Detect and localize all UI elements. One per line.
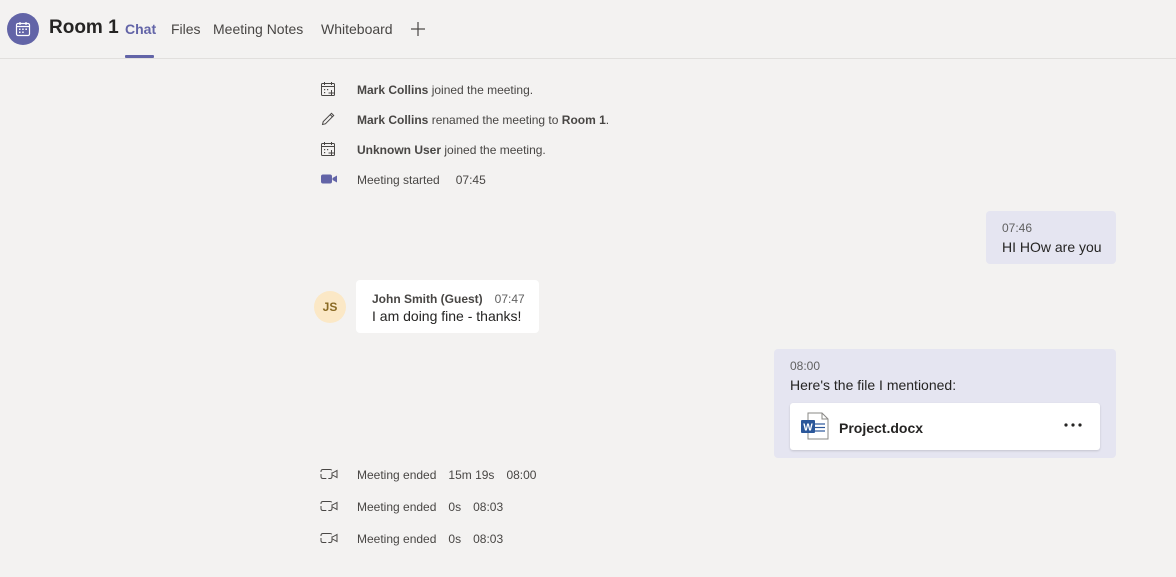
plus-icon[interactable] — [410, 21, 426, 37]
event-label: Meeting ended — [357, 532, 437, 546]
event-duration: 0s — [448, 532, 462, 546]
svg-text:W: W — [803, 423, 813, 434]
event-duration: 0s — [448, 500, 462, 514]
calendar-add-icon — [320, 141, 338, 157]
active-tab-indicator — [125, 55, 154, 58]
tab-whiteboard[interactable]: Whiteboard — [321, 21, 393, 37]
event-label: Meeting ended — [357, 468, 437, 482]
page-title: Room 1 — [49, 17, 119, 38]
calendar-icon — [7, 13, 39, 45]
file-attachment-card[interactable]: W Project.docx — [790, 403, 1100, 450]
event-text: joined the meeting. — [441, 143, 546, 157]
event-duration: 15m 19s — [448, 468, 495, 482]
video-ended-icon — [320, 530, 338, 546]
tab-meeting-notes[interactable]: Meeting Notes — [213, 21, 303, 37]
event-text: renamed the meeting to — [428, 113, 562, 127]
more-options-icon[interactable] — [1062, 415, 1084, 435]
message-text: I am doing fine - thanks! — [372, 308, 522, 324]
message-time: 08:00 — [790, 359, 821, 373]
event-suffix: . — [605, 113, 610, 127]
event-label: Meeting started — [357, 173, 440, 187]
event-target: Room 1 — [561, 113, 606, 127]
other-message: John Smith (Guest) 07:47 I am doing fine … — [356, 280, 539, 333]
event-user-name: Mark Collins — [357, 83, 429, 97]
event-time: 08:03 — [473, 532, 504, 546]
pencil-icon — [320, 111, 338, 127]
file-name[interactable]: Project.docx — [839, 420, 923, 436]
message-time: 07:47 — [494, 292, 525, 306]
video-ended-icon — [320, 466, 338, 482]
my-message: 07:46 HI HOw are you — [986, 211, 1116, 264]
event-user-name: Mark Collins — [357, 113, 429, 127]
tab-files[interactable]: Files — [171, 21, 201, 37]
event-user-name: Unknown User — [357, 143, 442, 157]
sender-name: John Smith (Guest) — [372, 292, 483, 306]
video-ended-icon — [320, 498, 338, 514]
event-time: 08:00 — [506, 468, 537, 482]
event-text: joined the meeting. — [428, 83, 534, 97]
event-time: 07:45 — [455, 173, 486, 187]
calendar-add-icon — [320, 81, 338, 97]
message-text: Here's the file I mentioned: — [790, 377, 957, 393]
meeting-header: Room 1 Chat Files Meeting Notes Whiteboa… — [0, 0, 1176, 59]
message-time: 07:46 — [1002, 221, 1033, 235]
word-document-icon: W — [800, 411, 830, 446]
message-text: HI HOw are you — [1002, 239, 1102, 255]
tab-chat[interactable]: Chat — [125, 21, 156, 37]
event-time: 08:03 — [473, 500, 504, 514]
video-camera-icon — [320, 171, 338, 187]
avatar[interactable]: JS — [314, 291, 346, 323]
event-label: Meeting ended — [357, 500, 437, 514]
